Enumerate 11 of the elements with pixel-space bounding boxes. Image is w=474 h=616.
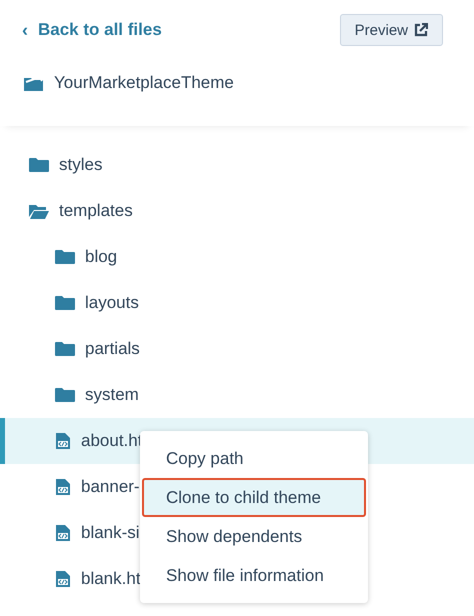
tree-item-name: styles [59, 155, 102, 175]
theme-name: YourMarketplaceTheme [54, 73, 234, 93]
tree-item-name: layouts [85, 293, 139, 313]
tree-item-name: blog [85, 247, 118, 267]
tree-item-name: partials [85, 339, 140, 359]
tree-item-name: blank.ht [81, 569, 141, 589]
tree-item-name: about.ht [81, 431, 142, 451]
tree-item-name: templates [59, 201, 133, 221]
tree-item-name: blank-si [81, 523, 140, 543]
tree-item-name: system [85, 385, 139, 405]
tree-item-name: banner- [81, 477, 140, 497]
